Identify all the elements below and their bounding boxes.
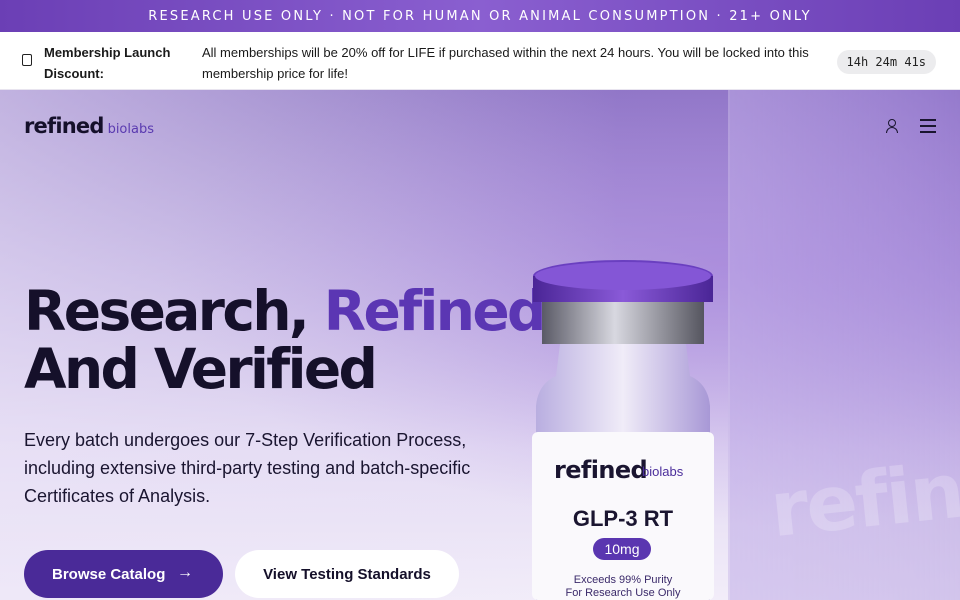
- announcement-text: RESEARCH USE ONLY · NOT FOR HUMAN OR ANI…: [148, 8, 812, 24]
- vial-brand-main: refined: [554, 456, 648, 484]
- tag-icon: [22, 54, 32, 66]
- product-vial-image: refined biolabs GLP-3 RT 10mg Exceeds 99…: [530, 256, 716, 600]
- vial-brand-sub: biolabs: [642, 464, 684, 479]
- purity-line2: For Research Use Only: [565, 587, 681, 599]
- countdown-timer: 14h 24m 41s: [836, 50, 936, 74]
- menu-icon[interactable]: [920, 119, 936, 133]
- view-testing-standards-button[interactable]: View Testing Standards: [235, 550, 459, 598]
- browse-catalog-button[interactable]: Browse Catalog →: [24, 550, 223, 598]
- headline-accent: Refined: [323, 279, 547, 343]
- site-header: refined biolabs: [24, 114, 936, 138]
- header-actions: [884, 119, 936, 133]
- user-icon[interactable]: [884, 119, 898, 133]
- promo-message: All memberships will be 20% off for LIFE…: [202, 45, 809, 81]
- view-testing-standards-label: View Testing Standards: [263, 565, 431, 583]
- hero-subtext: Every batch undergoes our 7-Step Verific…: [24, 430, 471, 506]
- announcement-bar: RESEARCH USE ONLY · NOT FOR HUMAN OR ANI…: [0, 0, 960, 32]
- product-name: GLP-3 RT: [572, 506, 674, 531]
- logo-main: refined: [24, 114, 104, 138]
- hero-section: refined refined biolabs Research, Refine…: [0, 90, 960, 600]
- promo-banner: Membership Launch Discount: All membersh…: [0, 32, 960, 90]
- browse-catalog-label: Browse Catalog: [52, 565, 166, 583]
- headline-part1: Research,: [24, 279, 324, 343]
- purity-text: Exceeds 99% Purity For Research Use Only: [530, 574, 716, 600]
- logo[interactable]: refined biolabs: [24, 114, 154, 138]
- arrow-right-icon: →: [177, 564, 193, 581]
- logo-sub: biolabs: [107, 122, 154, 137]
- headline-line2: And Verified: [24, 337, 378, 401]
- dose-badge: 10mg: [593, 538, 651, 560]
- hero-headline: Research, Refined And Verified: [24, 279, 547, 401]
- promo-title: Membership Launch Discount:: [44, 45, 171, 81]
- purity-line1: Exceeds 99% Purity: [573, 574, 673, 586]
